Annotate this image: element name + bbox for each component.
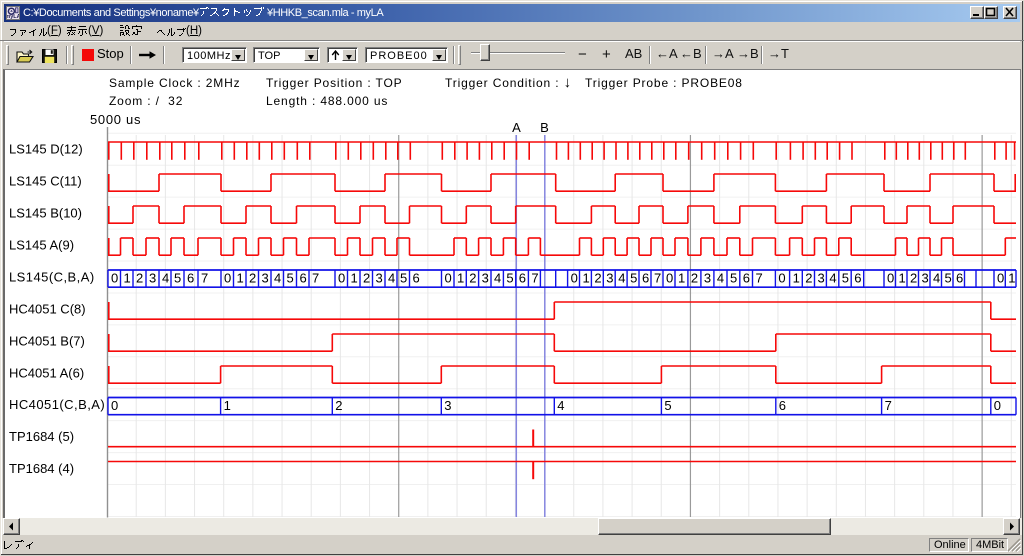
svg-text:6: 6 xyxy=(743,271,750,286)
svg-text:6: 6 xyxy=(854,271,861,286)
svg-text:6: 6 xyxy=(187,271,194,286)
svg-text:7: 7 xyxy=(531,271,538,286)
svg-text:4: 4 xyxy=(829,271,836,286)
svg-text:0: 0 xyxy=(994,398,1001,413)
svg-text:6: 6 xyxy=(413,271,420,286)
svg-text:1: 1 xyxy=(899,271,906,286)
svg-text:1: 1 xyxy=(678,271,685,286)
svg-text:TP1684 (5): TP1684 (5) xyxy=(9,429,74,444)
svg-text:LS145 C(11): LS145 C(11) xyxy=(9,174,82,189)
svg-text:4: 4 xyxy=(274,271,281,286)
svg-text:0: 0 xyxy=(778,271,785,286)
svg-text:4: 4 xyxy=(933,271,940,286)
svg-text:HC4051 B(7): HC4051 B(7) xyxy=(9,334,85,349)
svg-text:1: 1 xyxy=(457,271,464,286)
svg-text:6: 6 xyxy=(956,271,963,286)
svg-text:4: 4 xyxy=(388,271,395,286)
svg-text:4: 4 xyxy=(162,271,169,286)
svg-text:0: 0 xyxy=(887,271,894,286)
svg-text:0: 0 xyxy=(338,271,345,286)
svg-text:0: 0 xyxy=(997,271,1004,286)
svg-text:LS145 B(10): LS145 B(10) xyxy=(9,206,82,221)
svg-text:2: 2 xyxy=(691,271,698,286)
svg-text:3: 3 xyxy=(606,271,613,286)
svg-text:0: 0 xyxy=(445,271,452,286)
svg-text:6: 6 xyxy=(642,271,649,286)
svg-text:5000 us: 5000 us xyxy=(90,112,141,127)
svg-text:1: 1 xyxy=(583,271,590,286)
svg-text:A: A xyxy=(512,120,521,135)
svg-text:7: 7 xyxy=(885,398,892,413)
svg-text:4: 4 xyxy=(618,271,625,286)
svg-text:2: 2 xyxy=(363,271,370,286)
svg-text:0: 0 xyxy=(111,398,118,413)
svg-text:5: 5 xyxy=(842,271,849,286)
svg-text:3: 3 xyxy=(262,271,269,286)
svg-text:0: 0 xyxy=(111,271,118,286)
svg-text:1: 1 xyxy=(224,398,231,413)
svg-text:5: 5 xyxy=(287,271,294,286)
svg-text:0: 0 xyxy=(571,271,578,286)
svg-text:HC4051 A(6): HC4051 A(6) xyxy=(9,366,84,381)
svg-text:5: 5 xyxy=(664,398,671,413)
svg-text:2: 2 xyxy=(805,271,812,286)
svg-text:3: 3 xyxy=(482,271,489,286)
svg-text:1: 1 xyxy=(124,271,131,286)
svg-text:3: 3 xyxy=(818,271,825,286)
svg-text:TP1684 (4): TP1684 (4) xyxy=(9,461,74,476)
svg-text:2: 2 xyxy=(249,271,256,286)
svg-text:5: 5 xyxy=(630,271,637,286)
svg-text:3: 3 xyxy=(444,398,451,413)
svg-text:5: 5 xyxy=(730,271,737,286)
svg-text:LS145 A(9): LS145 A(9) xyxy=(9,238,74,253)
svg-text:4: 4 xyxy=(717,271,724,286)
svg-text:6: 6 xyxy=(779,398,786,413)
svg-text:2: 2 xyxy=(335,398,342,413)
svg-text:7: 7 xyxy=(654,271,661,286)
svg-text:HC4051 C(8): HC4051 C(8) xyxy=(9,302,86,317)
svg-text:5: 5 xyxy=(174,271,181,286)
svg-text:5: 5 xyxy=(506,271,513,286)
svg-text:6: 6 xyxy=(519,271,526,286)
svg-text:5: 5 xyxy=(945,271,952,286)
svg-text:HC4051(C,B,A): HC4051(C,B,A) xyxy=(9,397,105,412)
svg-text:2: 2 xyxy=(136,271,143,286)
svg-text:5: 5 xyxy=(400,271,407,286)
svg-text:2: 2 xyxy=(469,271,476,286)
svg-text:3: 3 xyxy=(922,271,929,286)
svg-text:3: 3 xyxy=(149,271,156,286)
svg-text:7: 7 xyxy=(201,271,208,286)
svg-text:B: B xyxy=(540,120,549,135)
svg-text:4: 4 xyxy=(494,271,501,286)
svg-text:0: 0 xyxy=(666,271,673,286)
svg-text:2: 2 xyxy=(910,271,917,286)
svg-text:6: 6 xyxy=(300,271,307,286)
svg-text:2: 2 xyxy=(594,271,601,286)
svg-text:LS145 D(12): LS145 D(12) xyxy=(9,142,83,157)
svg-text:1: 1 xyxy=(351,271,358,286)
svg-text:7: 7 xyxy=(312,271,319,286)
svg-text:7: 7 xyxy=(756,271,763,286)
svg-text:3: 3 xyxy=(376,271,383,286)
svg-text:1: 1 xyxy=(1008,271,1015,286)
svg-text:1: 1 xyxy=(793,271,800,286)
svg-text:0: 0 xyxy=(224,271,231,286)
svg-text:4: 4 xyxy=(557,398,564,413)
svg-text:LS145(C,B,A): LS145(C,B,A) xyxy=(9,270,95,285)
svg-text:1: 1 xyxy=(237,271,244,286)
svg-text:3: 3 xyxy=(704,271,711,286)
